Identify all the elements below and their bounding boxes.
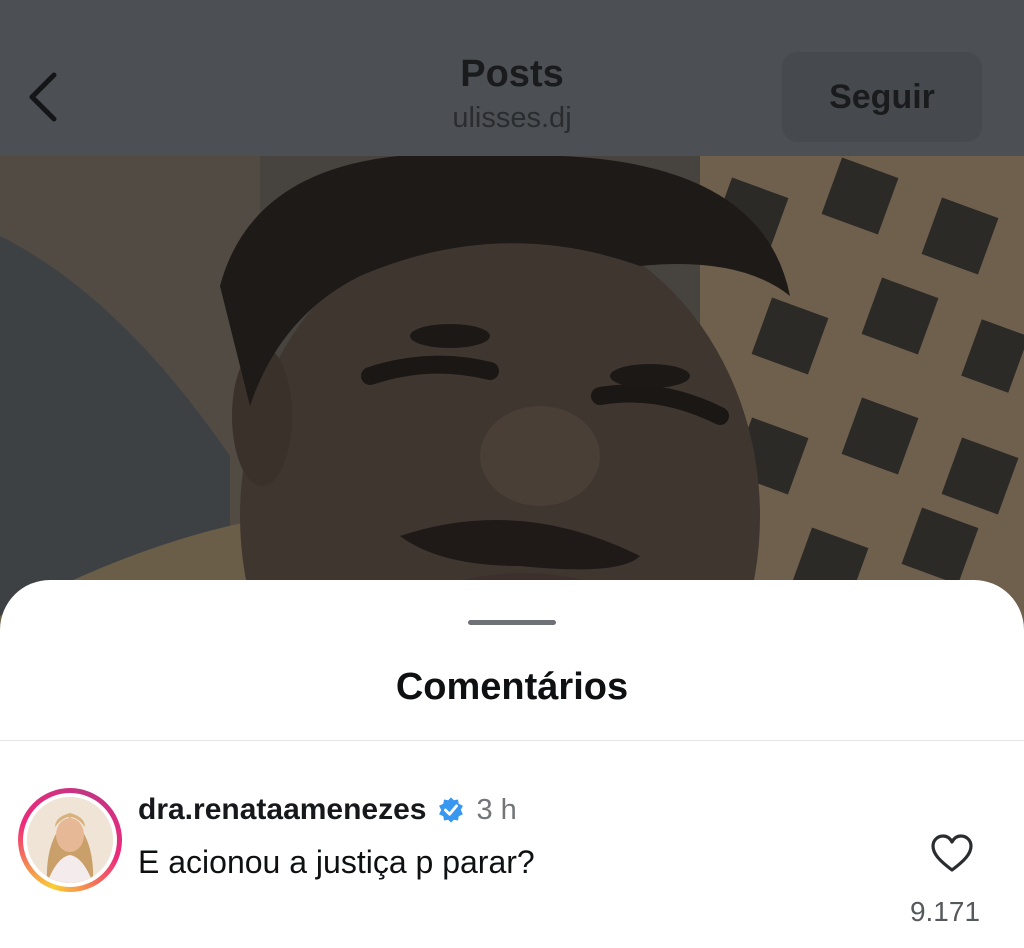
comments-sheet: Comentários dra.renataamenezes 3 h E aci… — [0, 580, 1024, 948]
avatar[interactable] — [18, 788, 122, 892]
avatar-photo — [27, 797, 113, 883]
sheet-drag-handle[interactable] — [468, 620, 556, 625]
follow-button[interactable]: Seguir — [782, 52, 982, 142]
comment-time: 3 h — [476, 793, 517, 826]
divider — [0, 740, 1024, 741]
like-button[interactable] — [924, 828, 980, 878]
comment-text: E acionou a justiça p parar? — [138, 844, 535, 880]
comments-title: Comentários — [395, 666, 629, 708]
avatar-ring-gap — [23, 793, 117, 887]
heart-outline-icon — [931, 834, 973, 872]
like-count: 9.171 — [909, 896, 981, 927]
comment-header: dra.renataamenezes 3 h — [138, 790, 517, 830]
comment-username[interactable]: dra.renataamenezes — [138, 793, 427, 827]
top-bar: Posts ulisses.dj Seguir — [0, 0, 1024, 156]
verified-badge-icon — [438, 797, 463, 823]
